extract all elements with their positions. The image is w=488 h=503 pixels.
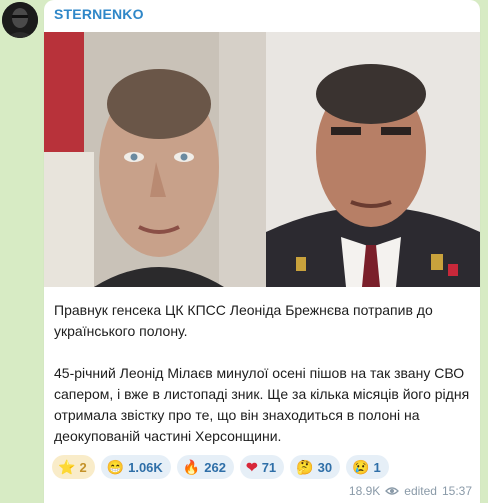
photo-portrait-left xyxy=(44,32,266,287)
channel-name[interactable]: STERNENKO xyxy=(54,6,144,22)
channel-avatar[interactable] xyxy=(2,2,38,38)
fire-icon: 🔥 xyxy=(182,459,201,475)
reaction-thinking[interactable]: 🤔 30 xyxy=(290,455,341,479)
message-time: 15:37 xyxy=(441,484,472,498)
message-paragraph: Правнук генсека ЦК КПСС Леоніда Брежнєва… xyxy=(54,302,433,339)
reaction-sad[interactable]: 😢 1 xyxy=(346,455,389,479)
message-bubble: STERNENKO Правнук генсека ЦК КПСС Леонід… xyxy=(44,0,480,503)
thinking-icon: 🤔 xyxy=(296,459,314,475)
eye-icon xyxy=(385,487,400,495)
star-icon: ⭐ xyxy=(58,459,76,475)
post-photo[interactable] xyxy=(44,32,480,287)
view-count: 18.9K xyxy=(348,484,381,498)
reaction-count: 71 xyxy=(261,459,277,475)
reaction-count: 1 xyxy=(373,459,381,475)
edited-label: edited xyxy=(404,484,437,498)
reaction-star[interactable]: ⭐ 2 xyxy=(52,455,95,479)
sad-icon: 😢 xyxy=(352,459,370,475)
grin-icon: 😁 xyxy=(106,459,125,475)
reaction-count: 2 xyxy=(79,459,87,475)
reactions-bar: ⭐ 2 😁 1.06K 🔥 262 ❤ 71 🤔 30 😢 1 xyxy=(52,455,389,479)
photo-portrait-right xyxy=(266,32,480,287)
reaction-count: 262 xyxy=(204,459,226,475)
reaction-grin[interactable]: 😁 1.06K xyxy=(100,455,171,479)
reaction-count: 30 xyxy=(317,459,333,475)
reaction-count: 1.06K xyxy=(128,459,163,475)
reaction-fire[interactable]: 🔥 262 xyxy=(176,455,234,479)
message-paragraph: 45-річний Леонід Мілаєв минулої осені пі… xyxy=(54,365,470,444)
reaction-heart[interactable]: ❤ 71 xyxy=(239,455,285,479)
message-text: Правнук генсека ЦК КПСС Леоніда Брежнєва… xyxy=(54,300,474,447)
message-meta: 18.9K edited 15:37 xyxy=(349,484,472,498)
heart-icon: ❤ xyxy=(245,459,258,475)
